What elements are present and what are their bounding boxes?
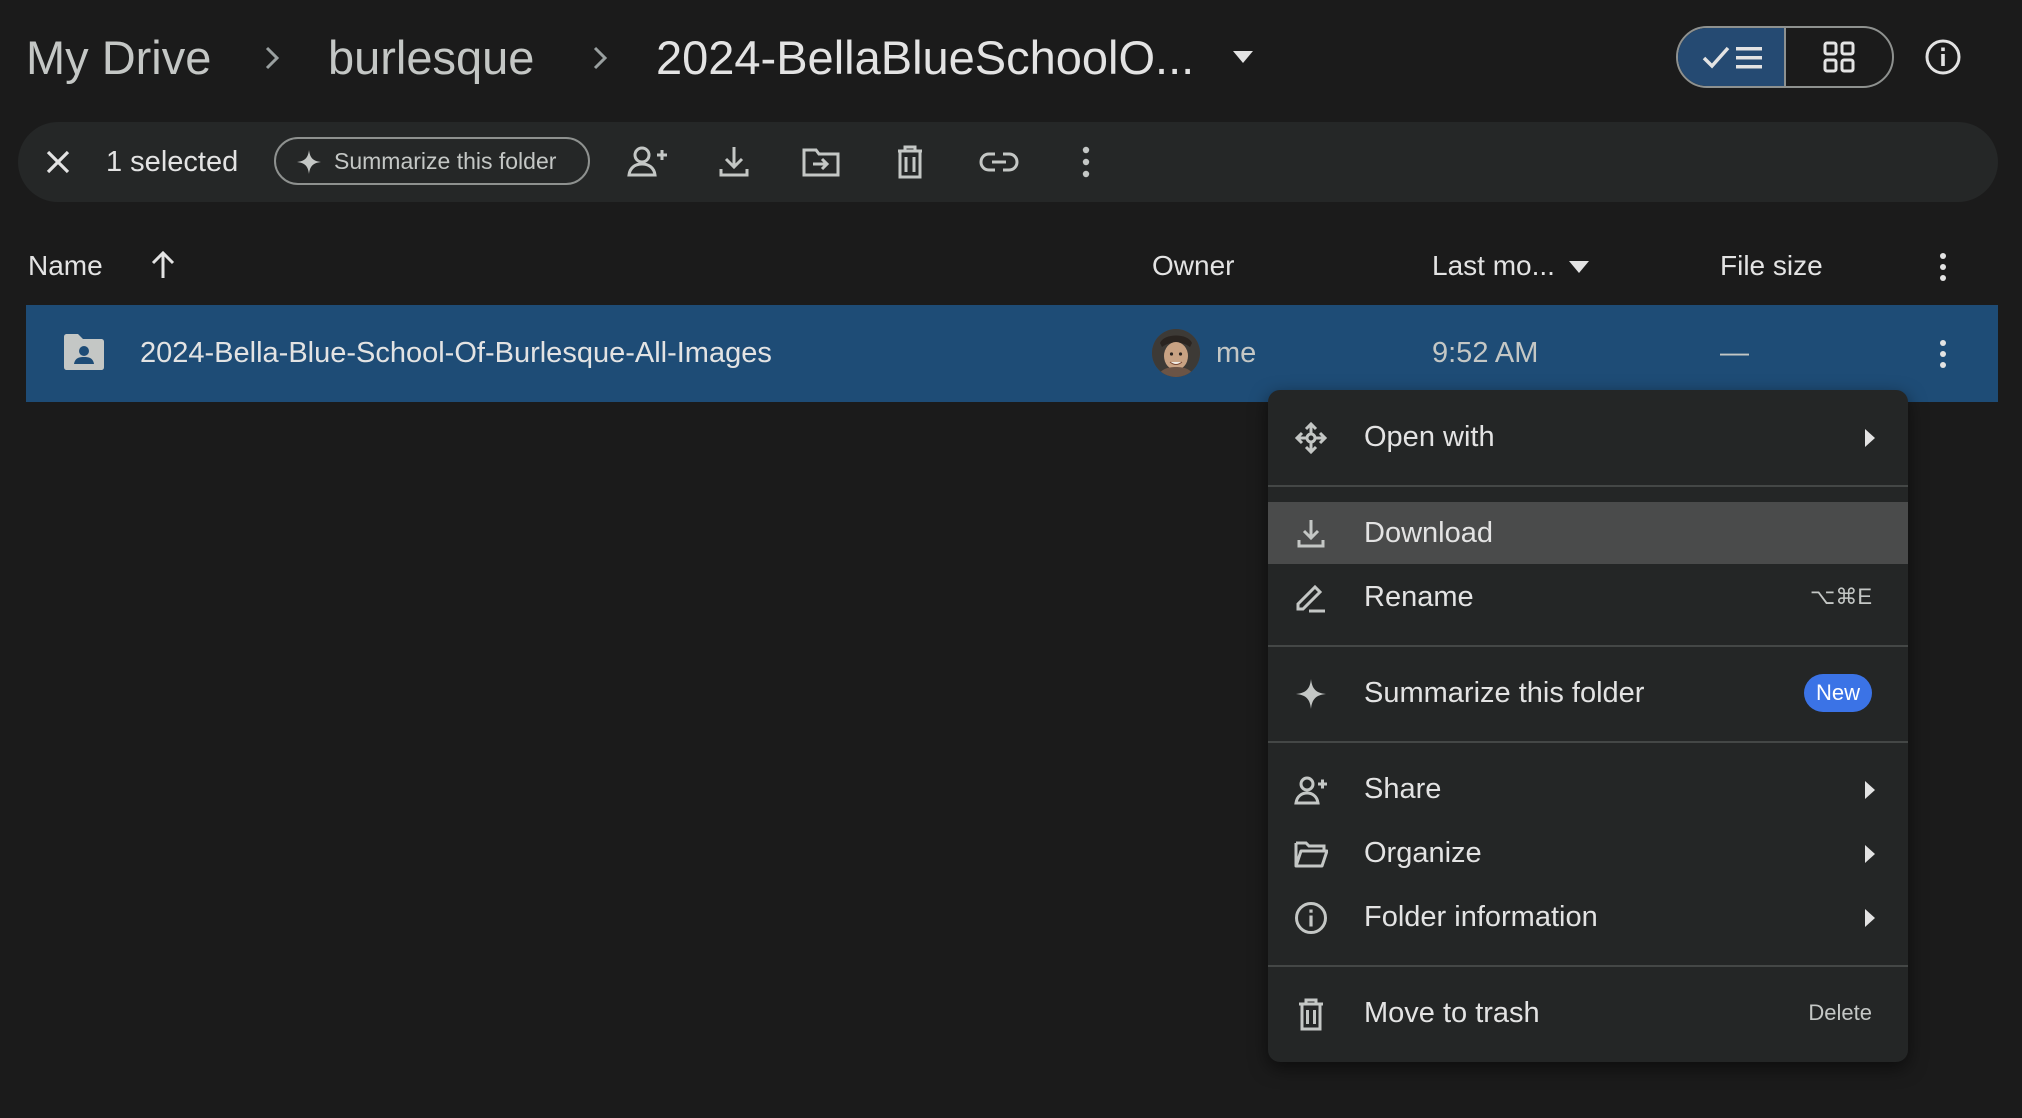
file-size-value: — — [1720, 337, 1749, 369]
menu-item-share[interactable]: Share — [1268, 758, 1908, 820]
submenu-arrow-icon — [1865, 781, 1875, 799]
rename-shortcut: ⌥⌘E — [1809, 584, 1872, 609]
submenu-arrow-icon — [1865, 429, 1875, 447]
list-view-button[interactable] — [1678, 28, 1786, 86]
grid-icon — [1823, 41, 1855, 73]
column-file-size: File size — [1720, 250, 1823, 281]
rename-pencil-icon — [1296, 584, 1325, 613]
arrow-up-icon[interactable] — [148, 248, 178, 282]
breadcrumb-my-drive[interactable]: My Drive — [26, 24, 211, 92]
menu-divider — [1268, 485, 1908, 487]
column-owner: Owner — [1152, 250, 1235, 281]
more-vert-icon[interactable] — [1926, 250, 1960, 284]
owner-value: me — [1216, 337, 1257, 369]
menu-item-organize[interactable]: Organize — [1268, 822, 1908, 884]
context-menu: Open with Download Rename ⌥⌘E Summarize … — [1268, 390, 1908, 1062]
grid-view-button[interactable] — [1786, 28, 1892, 86]
menu-label-share: Share — [1364, 773, 1442, 805]
view-toggle — [1676, 26, 1894, 88]
caret-down-icon[interactable] — [1232, 50, 1254, 64]
link-icon[interactable] — [978, 142, 1020, 182]
selected-count: 1 selected — [106, 146, 239, 178]
submenu-arrow-icon — [1865, 845, 1875, 863]
menu-divider — [1268, 965, 1908, 967]
selection-toolbar: 1 selected Summarize this folder — [18, 122, 1998, 202]
menu-item-folder-information[interactable]: Folder information — [1268, 886, 1908, 948]
download-icon — [1297, 520, 1325, 548]
download-icon[interactable] — [714, 142, 754, 182]
menu-divider — [1268, 741, 1908, 743]
breadcrumb-current-folder[interactable]: 2024-BellaBlueSchoolO... — [656, 24, 1194, 92]
list-check-icon — [1702, 46, 1762, 69]
chevron-right-icon — [265, 46, 280, 70]
menu-label-download: Download — [1364, 517, 1493, 549]
menu-label-rename: Rename — [1364, 581, 1474, 613]
breadcrumb-burlesque[interactable]: burlesque — [328, 24, 534, 92]
move-arrows-icon — [1294, 421, 1328, 455]
trash-icon[interactable] — [890, 142, 930, 182]
share-icon — [1294, 776, 1327, 805]
summarize-folder-button[interactable]: Summarize this folder — [274, 137, 590, 185]
caret-down-icon[interactable] — [1568, 260, 1590, 274]
column-name[interactable]: Name — [28, 246, 103, 286]
folder-open-icon — [1294, 841, 1328, 868]
shared-folder-icon — [64, 334, 104, 370]
info-icon[interactable] — [1924, 38, 1962, 76]
menu-label-summarize: Summarize this folder — [1364, 677, 1645, 709]
close-icon[interactable] — [38, 142, 78, 182]
file-name[interactable]: 2024-Bella-Blue-School-Of-Burlesque-All-… — [140, 333, 772, 373]
share-icon[interactable] — [626, 142, 670, 182]
menu-label-folder-information: Folder information — [1364, 901, 1598, 933]
menu-divider — [1268, 645, 1908, 647]
menu-item-move-to-trash[interactable]: Move to trash Delete — [1268, 982, 1908, 1044]
trash-shortcut: Delete — [1808, 1000, 1872, 1025]
menu-item-open-with[interactable]: Open with — [1268, 406, 1908, 468]
trash-icon — [1299, 998, 1323, 1031]
new-badge: New — [1803, 674, 1872, 712]
info-icon — [1295, 902, 1327, 934]
menu-label-open-with: Open with — [1364, 421, 1495, 453]
chevron-right-icon — [593, 46, 608, 70]
sparkle-icon — [297, 150, 321, 174]
table-row[interactable]: 2024-Bella-Blue-School-Of-Burlesque-All-… — [26, 305, 1998, 402]
submenu-arrow-icon — [1865, 909, 1875, 927]
more-vert-icon[interactable] — [1926, 337, 1960, 371]
menu-item-rename[interactable]: Rename ⌥⌘E — [1268, 566, 1908, 628]
avatar — [1152, 329, 1200, 377]
column-last-modified[interactable]: Last mo... — [1432, 246, 1555, 286]
menu-label-move-to-trash: Move to trash — [1364, 997, 1540, 1029]
more-vert-icon[interactable] — [1066, 142, 1106, 182]
sparkle-icon — [1296, 679, 1326, 709]
menu-item-summarize[interactable]: Summarize this folder New — [1268, 662, 1908, 724]
summarize-folder-label: Summarize this folder — [334, 148, 557, 174]
menu-item-download[interactable]: Download — [1268, 502, 1908, 564]
move-to-folder-icon[interactable] — [800, 142, 842, 182]
modified-value: 9:52 AM — [1432, 337, 1539, 369]
menu-label-organize: Organize — [1364, 837, 1482, 869]
